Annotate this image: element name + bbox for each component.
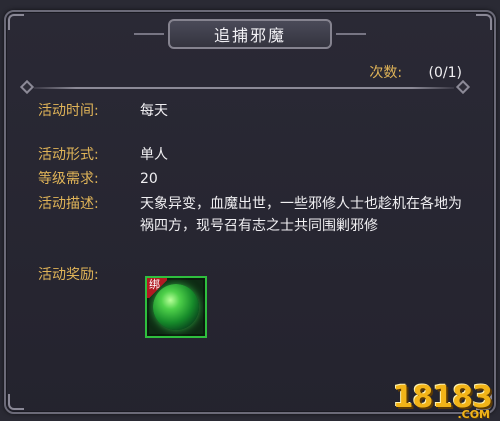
field-time-label: 活动时间: xyxy=(38,103,99,119)
field-desc-label: 活动描述: xyxy=(38,196,99,212)
attempt-count: 次数: (0/1) xyxy=(369,62,462,82)
corner-ornament xyxy=(476,14,492,30)
site-watermark: 18183 .COM xyxy=(393,380,493,421)
title-ornament-left xyxy=(134,27,170,41)
count-value: (0/1) xyxy=(428,65,462,81)
field-form-label: 活动形式: xyxy=(38,147,99,163)
reward-item-slot[interactable]: 绑 xyxy=(145,276,207,338)
field-reward-label: 活动奖励: xyxy=(38,267,99,283)
bound-tag: 绑 xyxy=(147,278,167,298)
field-time-value: 每天 xyxy=(140,103,168,119)
watermark-suffix: .COM xyxy=(457,408,490,421)
corner-ornament xyxy=(8,394,24,410)
field-desc-value: 天象异变，血魔出世，一些邪修人士也趁机在各地为祸四方，现号召有志之士共同围剿邪修 xyxy=(140,196,462,234)
divider xyxy=(34,87,454,89)
field-form-value: 单人 xyxy=(140,147,168,163)
title-ornament-right xyxy=(330,27,366,41)
field-level-label: 等级需求: xyxy=(38,171,99,187)
panel-title-text: 追捕邪魔 xyxy=(213,26,286,45)
panel-title: 追捕邪魔 xyxy=(168,19,332,49)
corner-ornament xyxy=(8,14,24,30)
bound-tag-text: 绑 xyxy=(149,278,160,291)
count-label: 次数: xyxy=(369,65,403,81)
field-level-value: 20 xyxy=(140,171,158,187)
